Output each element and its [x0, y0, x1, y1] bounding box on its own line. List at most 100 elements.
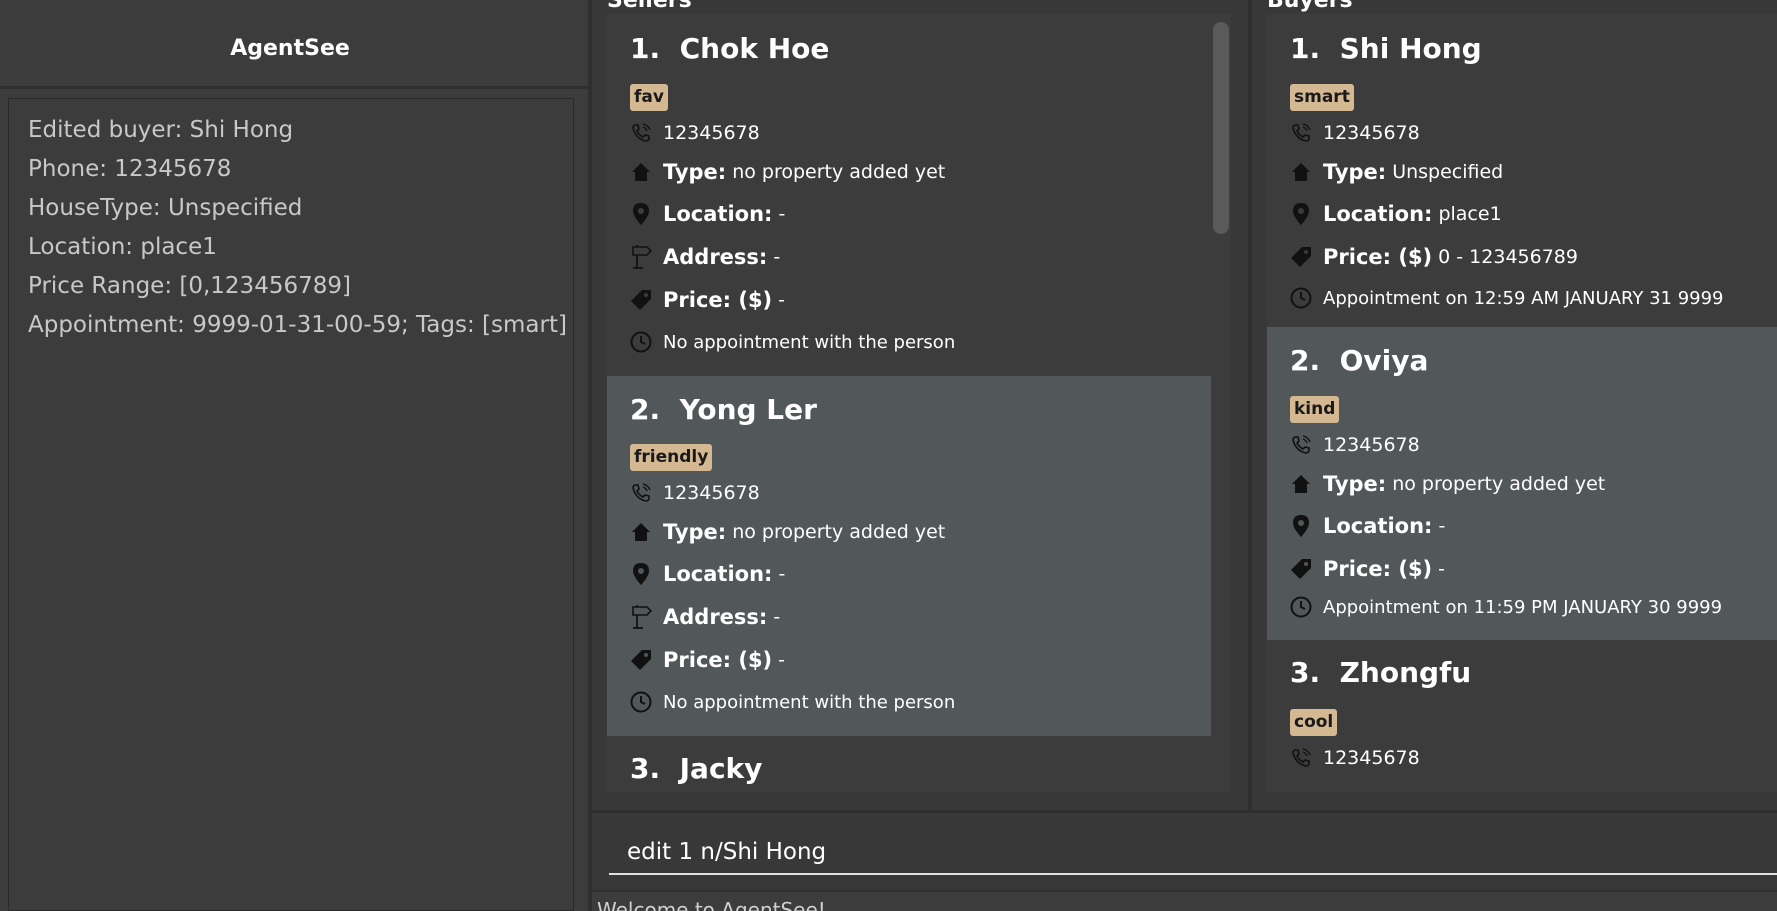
- location-row: Location: place1: [1290, 199, 1502, 229]
- house-icon: [1290, 160, 1312, 184]
- phone-icon: [1290, 746, 1312, 770]
- price-tag-icon: [630, 288, 652, 312]
- location-pin-icon: [1290, 514, 1312, 538]
- address-row: Address: -: [630, 242, 780, 272]
- command-box-area: [592, 810, 1777, 890]
- card-index: 3.: [630, 752, 661, 785]
- type-row: Type: Unspecified: [1290, 157, 1503, 187]
- sellers-list[interactable]: 1. Chok Hoe fav 12345678 Type: no proper…: [607, 14, 1211, 792]
- type-value: no property added yet: [1392, 473, 1606, 495]
- seller-name: 3. Jacky: [630, 752, 762, 785]
- card-name: Oviya: [1339, 344, 1429, 377]
- card-index: 2.: [630, 393, 661, 426]
- appointment-row: Appointment on 12:59 AM JANUARY 31 9999: [1290, 283, 1724, 313]
- buyer-name: 2. Oviya: [1290, 344, 1428, 377]
- tag-badge: kind: [1290, 396, 1340, 423]
- menu-bar: [0, 0, 590, 6]
- type-label: Type:: [1323, 472, 1387, 496]
- location-label: Location:: [1323, 202, 1433, 226]
- card-name: Zhongfu: [1339, 656, 1472, 689]
- address-label: Address:: [663, 605, 768, 629]
- house-icon: [630, 520, 652, 544]
- price-row: Price: ($) -: [630, 285, 785, 315]
- card-name: Yong Ler: [679, 393, 817, 426]
- type-row: Type: no property added yet: [1290, 469, 1605, 499]
- signpost-icon: [630, 605, 652, 629]
- buyer-card[interactable]: 2. Oviya kind 12345678 Type: no property…: [1267, 327, 1777, 640]
- buyer-name: 3. Zhongfu: [1290, 656, 1471, 689]
- appointment-value: Appointment on 12:59 AM JANUARY 31 9999: [1323, 287, 1724, 309]
- phone-row: 12345678: [630, 478, 760, 508]
- phone-value: 12345678: [1323, 122, 1420, 144]
- location-pin-icon: [630, 562, 652, 586]
- tag-badge: fav: [630, 84, 668, 111]
- sellers-scrollbar-thumb[interactable]: [1213, 22, 1229, 234]
- card-index: 3.: [1290, 656, 1321, 689]
- house-icon: [1290, 472, 1312, 496]
- phone-icon: [1290, 121, 1312, 145]
- price-label: Price: ($): [1323, 245, 1433, 269]
- phone-icon: [630, 121, 652, 145]
- card-name: Chok Hoe: [679, 32, 830, 65]
- address-label: Address:: [663, 245, 768, 269]
- card-name: Shi Hong: [1339, 32, 1482, 65]
- appointment-value: No appointment with the person: [663, 691, 956, 713]
- price-label: Price: ($): [1323, 557, 1433, 581]
- tag-badge: smart: [1290, 84, 1354, 111]
- signpost-icon: [630, 245, 652, 269]
- phone-value: 12345678: [663, 122, 760, 144]
- location-value: place1: [1438, 203, 1502, 225]
- seller-card[interactable]: 3. Jacky: [607, 736, 1211, 792]
- panel-divider[interactable]: [1248, 0, 1252, 810]
- location-pin-icon: [630, 202, 652, 226]
- card-name: Jacky: [679, 752, 763, 785]
- location-label: Location:: [1323, 514, 1433, 538]
- type-row: Type: no property added yet: [630, 517, 945, 547]
- buyer-card[interactable]: 1. Shi Hong smart 12345678 Type: Unspeci…: [1267, 14, 1777, 327]
- left-pane: AgentSee Edited buyer: Shi Hong Phone: 1…: [0, 0, 590, 911]
- appointment-value: Appointment on 11:59 PM JANUARY 30 9999: [1323, 596, 1723, 618]
- command-input[interactable]: [609, 831, 1777, 875]
- address-value: -: [773, 246, 781, 268]
- price-tag-icon: [1290, 245, 1312, 269]
- price-label: Price: ($): [663, 288, 773, 312]
- phone-row: 12345678: [630, 118, 760, 148]
- result-line: Phone: 12345678: [28, 156, 232, 182]
- phone-value: 12345678: [1323, 434, 1420, 456]
- price-row: Price: ($) -: [1290, 554, 1445, 584]
- price-row: Price: ($) 0 - 123456789: [1290, 242, 1578, 272]
- clock-icon: [1290, 595, 1312, 619]
- type-label: Type:: [663, 520, 727, 544]
- card-index: 1.: [630, 32, 661, 65]
- price-label: Price: ($): [663, 648, 773, 672]
- price-tag-icon: [630, 648, 652, 672]
- result-line: Edited buyer: Shi Hong: [28, 117, 294, 143]
- phone-value: 12345678: [663, 482, 760, 504]
- pane-divider[interactable]: [588, 0, 592, 911]
- house-icon: [630, 160, 652, 184]
- appointment-row: No appointment with the person: [630, 687, 955, 717]
- buyer-card[interactable]: 3. Zhongfu cool 12345678: [1267, 640, 1777, 792]
- type-label: Type:: [663, 160, 727, 184]
- clock-icon: [630, 330, 652, 354]
- result-display[interactable]: Edited buyer: Shi Hong Phone: 12345678 H…: [8, 98, 574, 911]
- type-value: Unspecified: [1392, 161, 1504, 183]
- seller-name: 2. Yong Ler: [630, 393, 817, 426]
- type-value: no property added yet: [732, 521, 946, 543]
- buyer-name: 1. Shi Hong: [1290, 32, 1482, 65]
- type-row: Type: no property added yet: [630, 157, 945, 187]
- seller-card[interactable]: 2. Yong Ler friendly 12345678 Type: no p…: [607, 376, 1211, 736]
- price-value: -: [778, 649, 786, 671]
- location-value: -: [1438, 515, 1446, 537]
- type-label: Type:: [1323, 160, 1387, 184]
- location-row: Location: -: [630, 559, 785, 589]
- seller-card[interactable]: 1. Chok Hoe fav 12345678 Type: no proper…: [607, 14, 1211, 376]
- location-label: Location:: [663, 562, 773, 586]
- tag-badge: friendly: [630, 444, 713, 471]
- phone-row: 12345678: [1290, 743, 1420, 773]
- phone-row: 12345678: [1290, 118, 1420, 148]
- clock-icon: [630, 690, 652, 714]
- result-line: HouseType: Unspecified: [28, 195, 303, 221]
- address-value: -: [773, 606, 781, 628]
- buyers-list[interactable]: 1. Shi Hong smart 12345678 Type: Unspeci…: [1267, 14, 1777, 792]
